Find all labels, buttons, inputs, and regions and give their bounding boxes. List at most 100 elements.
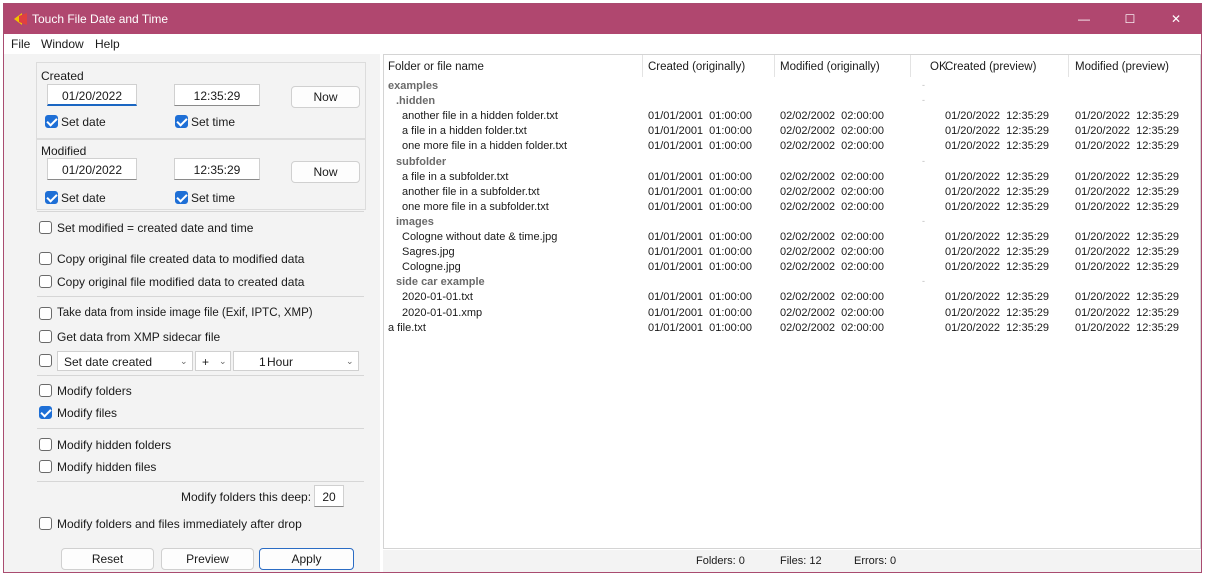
modified-set-date-label: Set date (61, 191, 106, 205)
menu-file[interactable]: File (11, 37, 30, 51)
file-name: Sagres.jpg (402, 246, 455, 259)
created-set-time-checkbox[interactable] (175, 115, 188, 128)
table-row[interactable]: images - (384, 215, 1200, 230)
modified-preview-cell: 01/20/2022 12:35:29 (1075, 170, 1179, 183)
column-header-created-preview[interactable]: Created (preview) (945, 61, 1036, 73)
app-window: Touch File Date and Time — ☐ ✕ File Wind… (3, 3, 1202, 573)
separator (37, 428, 364, 429)
ok-placeholder: - (922, 276, 925, 287)
modify-hidden-files-checkbox[interactable] (39, 460, 52, 473)
created-preview-cell: 01/20/2022 12:35:29 (945, 261, 1049, 274)
menu-window[interactable]: Window (41, 37, 84, 51)
depth-input[interactable]: 20 (314, 485, 344, 507)
offset-amount-value: 1 (259, 355, 266, 369)
folder-name: subfolder (396, 155, 447, 168)
created-original-cell: 01/01/2001 01:00:00 (648, 321, 752, 334)
created-label: Created (41, 69, 84, 83)
column-header-created-orig[interactable]: Created (originally) (648, 61, 745, 73)
column-header-name[interactable]: Folder or file name (388, 61, 484, 73)
created-original-cell: 01/01/2001 01:00:00 (648, 291, 752, 304)
modified-original-cell: 02/02/2002 02:00:00 (780, 110, 884, 123)
immediate-drop-checkbox[interactable] (39, 517, 52, 530)
created-original-cell: 01/01/2001 01:00:00 (648, 170, 752, 183)
modify-hidden-folders-checkbox[interactable] (39, 438, 52, 451)
modified-original-cell: 02/02/2002 02:00:00 (780, 200, 884, 213)
table-row[interactable]: a file.txt 01/01/2001 01:00:00 02/02/2002 … (384, 321, 1200, 336)
table-row[interactable]: .hidden - (384, 94, 1200, 109)
table-row[interactable]: another file in a subfolder.txt 01/01/200… (384, 185, 1200, 200)
modified-now-button[interactable]: Now (291, 161, 360, 183)
created-date-input[interactable]: 01/20/2022 (47, 84, 137, 106)
created-now-button[interactable]: Now (291, 86, 360, 108)
table-row[interactable]: Cologne without date & time.jpg 01/01/200… (384, 230, 1200, 245)
created-preview-cell: 01/20/2022 12:35:29 (945, 200, 1049, 213)
modified-label: Modified (41, 144, 87, 158)
created-time-input[interactable]: 12:35:29 (174, 84, 260, 106)
column-header-modified-orig[interactable]: Modified (originally) (780, 61, 880, 73)
set-modified-eq-created-checkbox[interactable] (39, 221, 52, 234)
table-row[interactable]: another file in a hidden folder.txt 01/01… (384, 109, 1200, 124)
modified-date-input[interactable]: 01/20/2022 (47, 158, 137, 180)
table-row[interactable]: 2020-01-01.txt 01/01/2001 01:00:00 02/02/2… (384, 290, 1200, 305)
xmp-sidecar-label: Get data from XMP sidecar file (57, 330, 221, 344)
modified-original-cell: 02/02/2002 02:00:00 (780, 306, 884, 319)
modified-time-input[interactable]: 12:35:29 (174, 158, 260, 180)
copy-modified-to-created-checkbox[interactable] (39, 275, 52, 288)
table-row[interactable]: Sagres.jpg 01/01/2001 01:00:00 02/02/2002 … (384, 245, 1200, 260)
modify-folders-checkbox[interactable] (39, 384, 52, 397)
file-table[interactable]: Folder or file name Created (originally)… (383, 54, 1201, 549)
folder-name: examples (388, 80, 439, 92)
created-preview-cell: 01/20/2022 12:35:29 (945, 110, 1049, 123)
file-name: another file in a hidden folder.txt (402, 110, 558, 123)
modified-set-time-checkbox[interactable] (175, 191, 188, 204)
separator (37, 296, 364, 297)
table-row[interactable]: subfolder - (384, 155, 1200, 170)
close-button[interactable]: ✕ (1153, 4, 1199, 34)
preview-button[interactable]: Preview (161, 548, 254, 570)
immediate-drop-label: Modify folders and files immediately aft… (57, 517, 302, 531)
modify-hidden-folders-label: Modify hidden folders (57, 438, 172, 452)
reset-button[interactable]: Reset (61, 548, 154, 570)
minimize-button[interactable]: — (1061, 4, 1107, 34)
table-row[interactable]: one more file in a subfolder.txt 01/01/20… (384, 200, 1200, 215)
separator (37, 375, 364, 376)
created-set-date-checkbox[interactable] (45, 115, 58, 128)
maximize-button[interactable]: ☐ (1107, 4, 1153, 34)
copy-created-to-modified-checkbox[interactable] (39, 252, 52, 265)
xmp-sidecar-checkbox[interactable] (39, 330, 52, 343)
offset-sign-value: + (202, 355, 210, 369)
created-preview-cell: 01/20/2022 12:35:29 (945, 231, 1049, 243)
modified-set-time-label: Set time (191, 191, 236, 205)
title-bar[interactable]: Touch File Date and Time — ☐ ✕ (4, 4, 1201, 34)
offset-sign-select[interactable]: + ⌄ (195, 351, 231, 371)
take-from-image-checkbox[interactable] (39, 307, 52, 320)
offset-amount-select[interactable]: 1 Hour ⌄ (233, 351, 359, 371)
modified-original-cell: 02/02/2002 02:00:00 (780, 125, 884, 138)
menu-help[interactable]: Help (95, 37, 120, 51)
created-preview-cell: 01/20/2022 12:35:29 (945, 140, 1049, 153)
status-bar: Folders: 0 Files: 12 Errors: 0 (383, 550, 1201, 572)
modify-files-checkbox[interactable] (39, 406, 52, 419)
modified-set-date-checkbox[interactable] (45, 191, 58, 204)
ok-placeholder: - (922, 215, 925, 226)
apply-button[interactable]: Apply (259, 548, 354, 570)
offset-target-select[interactable]: Set date created ⌄ (57, 351, 193, 371)
column-divider (774, 55, 775, 77)
folder-name: .hidden (396, 95, 436, 108)
table-row[interactable]: a file in a hidden folder.txt 01/01/2001 … (384, 124, 1200, 139)
modified-preview-cell: 01/20/2022 12:35:29 (1075, 231, 1179, 243)
offset-checkbox[interactable] (39, 354, 52, 367)
file-name: 2020-01-01.xmp (402, 306, 483, 319)
table-row[interactable]: examples - (384, 79, 1200, 94)
depth-label: Modify folders this deep: (181, 490, 312, 504)
table-row[interactable]: side car example - (384, 275, 1200, 290)
folder-name: side car example (396, 276, 485, 289)
separator (37, 481, 364, 482)
column-header-modified-preview[interactable]: Modified (preview) (1075, 61, 1169, 73)
table-row[interactable]: one more file in a hidden folder.txt 01/0… (384, 139, 1200, 154)
modified-preview-cell: 01/20/2022 12:35:29 (1075, 306, 1179, 319)
table-row[interactable]: 2020-01-01.xmp 01/01/2001 01:00:00 02/02/2… (384, 306, 1200, 321)
table-row[interactable]: a file in a subfolder.txt 01/01/2001 01:0… (384, 170, 1200, 185)
created-original-cell: 01/01/2001 01:00:00 (648, 125, 752, 138)
table-row[interactable]: Cologne.jpg 01/01/2001 01:00:00 02/02/2002… (384, 260, 1200, 275)
